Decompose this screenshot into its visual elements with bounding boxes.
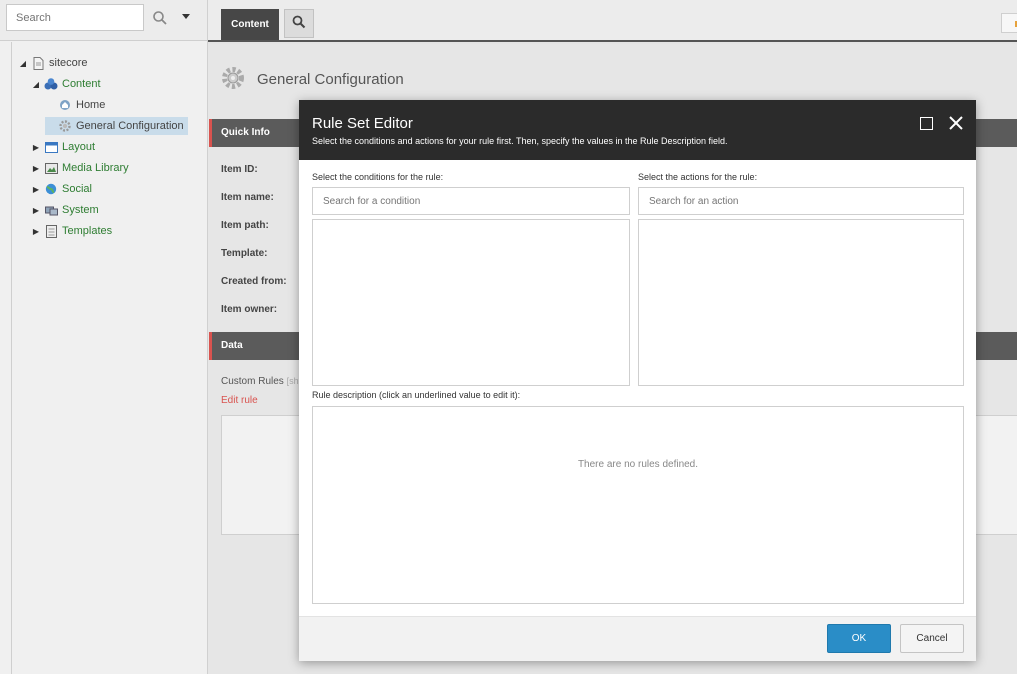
- tree-node-label: Layout: [62, 141, 96, 153]
- rule-description-box[interactable]: There are no rules defined.: [312, 406, 964, 604]
- edit-rule-link[interactable]: Edit rule: [221, 395, 258, 406]
- tree-node-templates[interactable]: ▶ Templates: [31, 222, 112, 240]
- tree-node-layout[interactable]: ▶ Layout: [31, 138, 95, 156]
- templates-icon: [44, 224, 58, 238]
- social-globe-icon: [44, 183, 58, 195]
- item-owner-label: Item owner:: [221, 304, 278, 315]
- toolbar-toggle-button[interactable]: [1001, 13, 1017, 33]
- tree-node-label: System: [62, 204, 99, 216]
- expand-arrow-icon[interactable]: ◢: [31, 80, 41, 89]
- system-icon: [44, 204, 58, 216]
- tree-search-input[interactable]: [6, 4, 144, 31]
- tree-node-content[interactable]: ◢ Content: [31, 75, 101, 93]
- custom-rules-hint: [sh: [286, 376, 299, 386]
- no-rules-message: There are no rules defined.: [577, 459, 699, 470]
- tree-node-home[interactable]: Home: [45, 96, 105, 114]
- maximize-icon[interactable]: [920, 117, 933, 130]
- tree-node-label: Content: [62, 78, 101, 90]
- tree-divider: [11, 42, 12, 674]
- editor-tab-bar: Content: [208, 0, 1017, 42]
- cancel-button[interactable]: Cancel: [900, 624, 964, 653]
- tree-node-system[interactable]: ▶ System: [31, 201, 99, 219]
- item-path-label: Item path:: [221, 220, 269, 231]
- content-tree-panel: ◢ sitecore ◢ Content Home Gener: [0, 0, 208, 674]
- rule-set-editor-dialog: Rule Set Editor Select the conditions an…: [299, 100, 976, 661]
- created-from-label: Created from:: [221, 276, 287, 287]
- document-icon: [31, 56, 45, 70]
- custom-rules-field: Custom Rules [sh: [221, 376, 299, 387]
- page-header: General Configuration: [221, 66, 404, 93]
- layout-icon: [44, 141, 58, 153]
- actions-label: Select the actions for the rule:: [638, 172, 758, 182]
- tree-node-label: Media Library: [62, 162, 129, 174]
- ok-button[interactable]: OK: [827, 624, 891, 653]
- dialog-title: Rule Set Editor: [312, 115, 413, 132]
- tree-node-label: General Configuration: [76, 120, 184, 132]
- tree-node-social[interactable]: ▶ Social: [31, 180, 92, 198]
- gear-icon: [58, 120, 72, 132]
- collapsed-arrow-icon[interactable]: ▶: [31, 227, 41, 236]
- conditions-list[interactable]: [312, 219, 630, 386]
- expand-arrow-icon[interactable]: ◢: [18, 59, 28, 68]
- dialog-subtitle: Select the conditions and actions for yo…: [312, 136, 728, 146]
- tree-node-label: Home: [76, 99, 106, 111]
- dialog-header: Rule Set Editor Select the conditions an…: [299, 100, 976, 160]
- page-title: General Configuration: [257, 71, 404, 88]
- dialog-footer: OK Cancel: [299, 616, 976, 661]
- tab-search[interactable]: [284, 9, 314, 38]
- collapsed-arrow-icon[interactable]: ▶: [31, 143, 41, 152]
- actions-list[interactable]: [638, 219, 964, 386]
- conditions-label: Select the conditions for the rule:: [312, 172, 444, 182]
- close-icon[interactable]: [946, 113, 966, 133]
- item-name-label: Item name:: [221, 192, 274, 203]
- tab-content[interactable]: Content: [221, 9, 279, 40]
- tree-node-media-library[interactable]: ▶ Media Library: [31, 159, 129, 177]
- tree-node-label: Social: [62, 183, 92, 195]
- collapsed-arrow-icon[interactable]: ▶: [31, 164, 41, 173]
- tree-node-label: Templates: [62, 225, 113, 237]
- gear-icon: [221, 66, 245, 93]
- tree-node-label: sitecore: [49, 57, 88, 69]
- tree-node-sitecore[interactable]: ◢ sitecore: [18, 54, 88, 72]
- search-options-dropdown-icon[interactable]: [182, 14, 190, 19]
- collapsed-arrow-icon[interactable]: ▶: [31, 206, 41, 215]
- template-label: Template:: [221, 248, 268, 259]
- content-icon: [44, 78, 58, 90]
- home-globe-icon: [58, 99, 72, 111]
- search-icon[interactable]: [152, 10, 168, 29]
- tree-search-bar: [0, 0, 207, 41]
- collapsed-arrow-icon[interactable]: ▶: [31, 185, 41, 194]
- media-library-icon: [44, 162, 58, 174]
- item-id-label: Item ID:: [221, 164, 258, 175]
- search-icon: [292, 15, 306, 32]
- action-search-input[interactable]: [638, 187, 964, 215]
- tree-node-general-configuration[interactable]: General Configuration: [45, 117, 188, 135]
- condition-search-input[interactable]: [312, 187, 630, 215]
- rule-description-label: Rule description (click an underlined va…: [312, 390, 521, 400]
- custom-rules-label: Custom Rules: [221, 376, 284, 387]
